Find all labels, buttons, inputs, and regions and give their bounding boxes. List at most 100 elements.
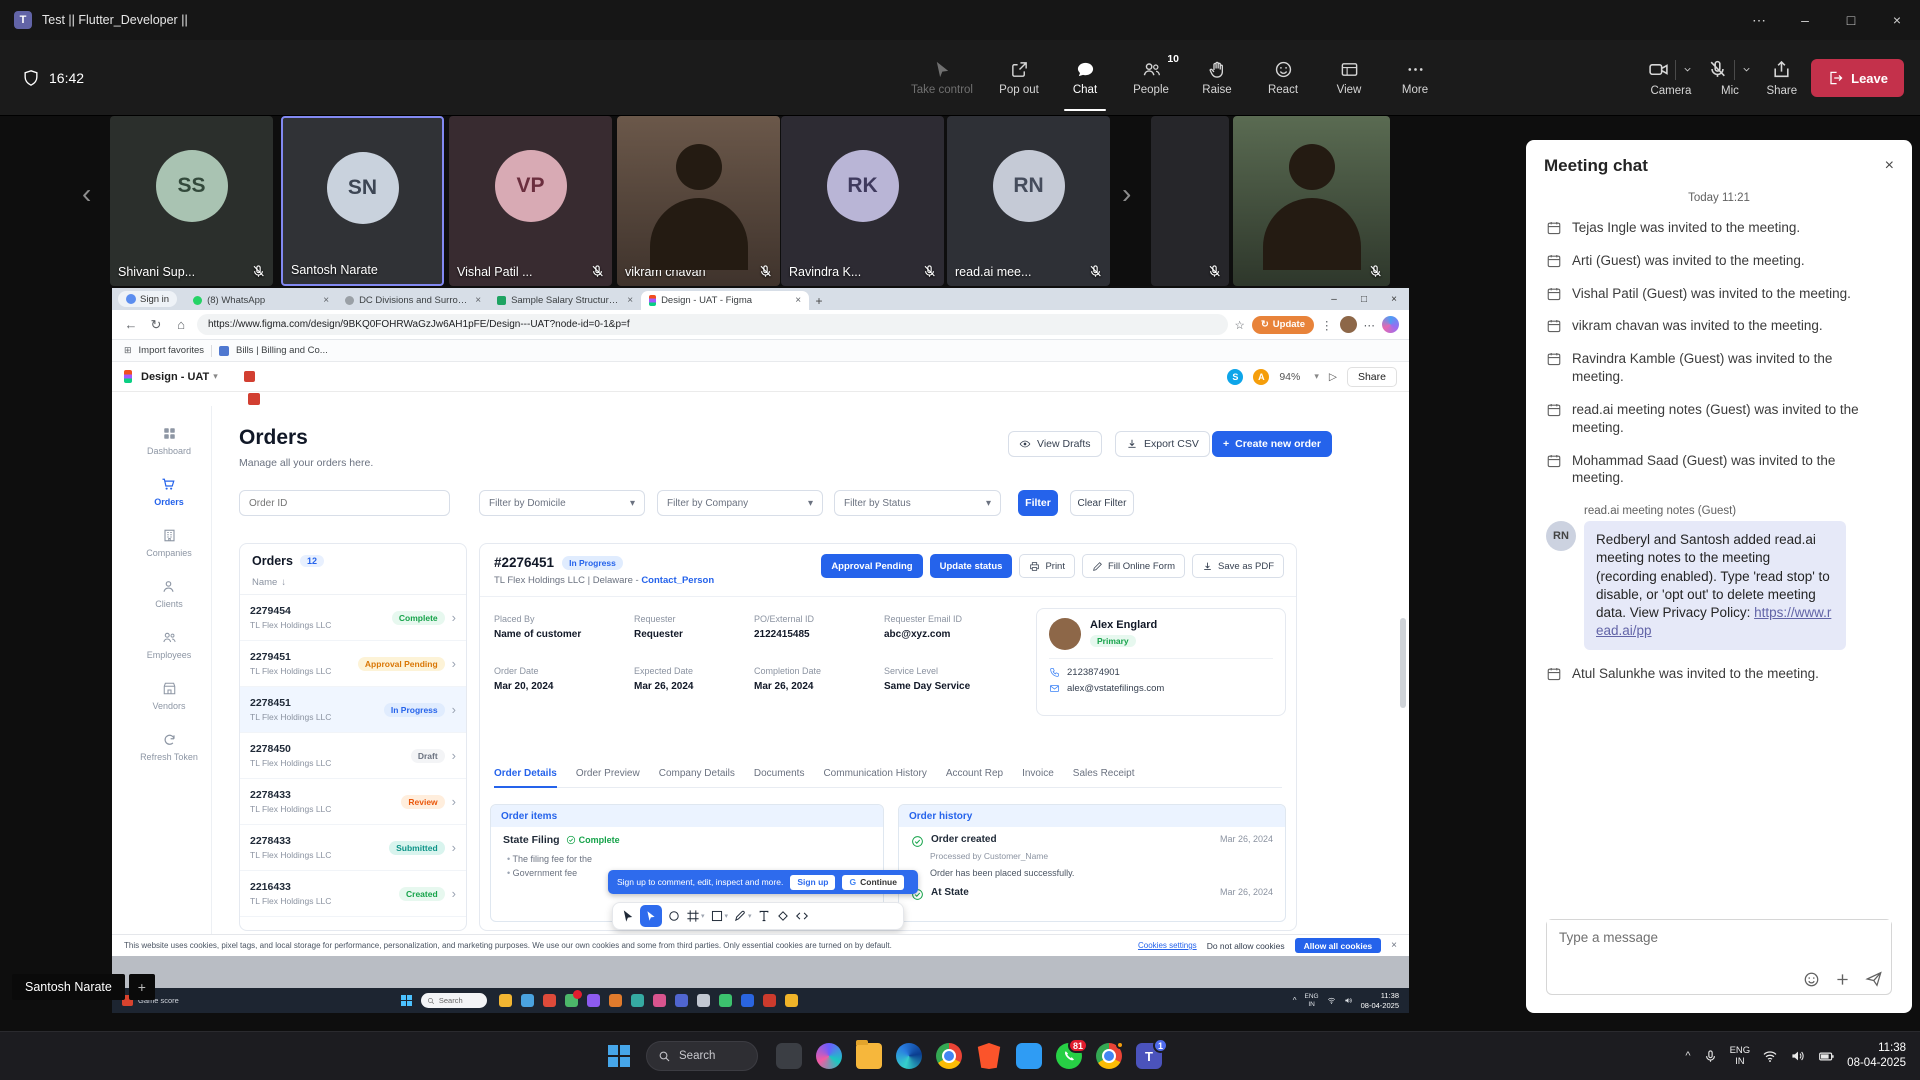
order-item-name: State Filing bbox=[503, 834, 560, 846]
volume-icon[interactable] bbox=[1790, 1048, 1806, 1064]
pop-out-button[interactable]: Pop out bbox=[986, 40, 1052, 116]
remote-desktop-strip bbox=[112, 956, 1409, 988]
browser-window-controls: – □ × bbox=[1319, 288, 1409, 310]
camera-button[interactable]: Camera bbox=[1648, 59, 1693, 97]
participant-tile-partial[interactable] bbox=[1151, 116, 1229, 286]
share-button[interactable]: Share bbox=[1766, 59, 1797, 97]
close-button[interactable]: × bbox=[1874, 0, 1920, 40]
contact-email: alex@vstatefilings.com bbox=[1067, 683, 1164, 694]
emoji-icon[interactable] bbox=[1803, 971, 1820, 988]
order-id: 2216433 bbox=[250, 881, 399, 893]
react-button[interactable]: React bbox=[1250, 40, 1316, 116]
chat-close-icon[interactable]: × bbox=[1885, 157, 1894, 175]
leave-button[interactable]: Leave bbox=[1811, 59, 1904, 97]
scroll-left-icon[interactable]: ‹ bbox=[82, 178, 91, 210]
create-new-order-button: + Create new order bbox=[1212, 431, 1332, 457]
vscode-icon[interactable] bbox=[1016, 1043, 1042, 1069]
scroll-right-icon[interactable]: › bbox=[1122, 178, 1131, 210]
chevron-down-icon: ▾ bbox=[748, 912, 752, 920]
chat-button[interactable]: Chat bbox=[1052, 40, 1118, 116]
participant-tile-video[interactable]: vikram chavan bbox=[617, 116, 780, 286]
history-event-date: Mar 26, 2024 bbox=[1220, 834, 1273, 844]
app-icon bbox=[785, 994, 798, 1007]
chrome-icon[interactable] bbox=[936, 1043, 962, 1069]
file-explorer-icon[interactable] bbox=[856, 1043, 882, 1069]
pen-tool-icon bbox=[733, 909, 747, 923]
tab-invoice: Invoice bbox=[1022, 768, 1054, 779]
sidebar-item-orders: Orders bbox=[154, 477, 184, 507]
more-button[interactable]: More bbox=[1382, 40, 1448, 116]
participant-tile[interactable]: RN read.ai mee... bbox=[947, 116, 1110, 286]
order-history-header: Order history bbox=[899, 805, 1285, 827]
chevron-right-icon: › bbox=[452, 610, 456, 625]
dashboard-icon bbox=[162, 426, 177, 441]
participant-tile-active-speaker[interactable]: SN Santosh Narate bbox=[281, 116, 444, 286]
frame-tool-icon bbox=[686, 909, 700, 923]
system-message: Arti (Guest) was invited to the meeting. bbox=[1546, 252, 1892, 270]
mic-off-icon bbox=[1368, 264, 1383, 279]
order-id-input bbox=[239, 490, 450, 516]
mic-tray-icon[interactable] bbox=[1703, 1049, 1718, 1064]
order-row-selected: 2278451TL Flex Holdings LLC In Progress … bbox=[240, 687, 466, 733]
brave-icon[interactable] bbox=[976, 1043, 1002, 1069]
language-indicator[interactable]: ENGIN bbox=[1730, 1045, 1751, 1068]
presenter-pin-icon[interactable]: + bbox=[129, 974, 155, 1000]
orders-list-title: Orders bbox=[252, 554, 293, 568]
order-items-header: Order items bbox=[491, 805, 883, 827]
attach-plus-icon[interactable] bbox=[1834, 971, 1851, 988]
start-button[interactable] bbox=[608, 1045, 630, 1067]
take-control-button[interactable]: Take control bbox=[898, 40, 986, 116]
field: PO/External ID2122415485 bbox=[754, 614, 884, 640]
app-icon[interactable] bbox=[776, 1043, 802, 1069]
whatsapp-icon[interactable]: 81 bbox=[1056, 1043, 1082, 1069]
field: Completion DateMar 26, 2024 bbox=[754, 666, 884, 692]
chat-message-list[interactable]: Today 11:21 Tejas Ingle was invited to t… bbox=[1526, 192, 1912, 683]
system-message: Atul Salunkhe was invited to the meeting… bbox=[1546, 665, 1892, 683]
chrome-icon[interactable] bbox=[1096, 1043, 1122, 1069]
window-controls: ⋯ – □ × bbox=[1736, 0, 1920, 40]
wifi-icon[interactable] bbox=[1762, 1048, 1778, 1064]
tray-chevron-icon[interactable]: ^ bbox=[1685, 1050, 1690, 1062]
mic-button[interactable]: Mic bbox=[1707, 59, 1752, 97]
participant-tile[interactable]: SS Shivani Sup... bbox=[110, 116, 273, 286]
sidebar-item-companies: Companies bbox=[146, 528, 192, 558]
view-button[interactable]: View bbox=[1316, 40, 1382, 116]
participant-name: Shivani Sup... bbox=[118, 265, 195, 279]
app-icon bbox=[499, 994, 512, 1007]
app-icon bbox=[763, 994, 776, 1007]
send-icon[interactable] bbox=[1865, 970, 1883, 988]
building-icon bbox=[162, 528, 177, 543]
chat-message-input[interactable] bbox=[1547, 920, 1891, 955]
orders-list-card: Orders 12 Name↓ 2279454TL Flex Holdings … bbox=[239, 543, 467, 931]
store-icon bbox=[162, 681, 177, 696]
chevron-down-icon: ▾ bbox=[725, 912, 729, 920]
taskbar-search-box[interactable]: Search bbox=[646, 1041, 758, 1071]
home-icon: ⌂ bbox=[172, 317, 190, 332]
titlebar-more-icon[interactable]: ⋯ bbox=[1736, 0, 1782, 40]
pointer-icon bbox=[933, 60, 952, 79]
teams-icon[interactable]: T 1 bbox=[1136, 1043, 1162, 1069]
participant-tile[interactable]: VP Vishal Patil ... bbox=[449, 116, 612, 286]
maximize-button[interactable]: □ bbox=[1828, 0, 1874, 40]
chat-panel-title: Meeting chat bbox=[1544, 156, 1648, 176]
remote-taskbar-icons bbox=[499, 994, 798, 1007]
chevron-down-icon[interactable] bbox=[1682, 64, 1693, 75]
presenter-name: Santosh Narate bbox=[12, 974, 125, 1000]
chat-input-box[interactable] bbox=[1546, 919, 1892, 995]
divider bbox=[1049, 658, 1273, 659]
raise-hand-button[interactable]: Raise bbox=[1184, 40, 1250, 116]
system-message: Mohammad Saad (Guest) was invited to the… bbox=[1546, 452, 1892, 488]
people-button[interactable]: People 10 bbox=[1118, 40, 1184, 116]
participant-tile[interactable]: RK Ravindra K... bbox=[781, 116, 944, 286]
chevron-down-icon[interactable] bbox=[1741, 64, 1752, 75]
copilot-icon[interactable] bbox=[816, 1043, 842, 1069]
check-circle-icon bbox=[911, 835, 924, 848]
taskbar-clock[interactable]: 11:3808-04-2025 bbox=[1847, 1041, 1906, 1071]
chevron-down-icon: ▾ bbox=[986, 498, 991, 509]
edge-icon[interactable] bbox=[896, 1043, 922, 1069]
meeting-chat-panel: Meeting chat × Today 11:21 Tejas Ingle w… bbox=[1526, 140, 1912, 1013]
participant-tile-video[interactable] bbox=[1233, 116, 1390, 286]
minimize-button[interactable]: – bbox=[1782, 0, 1828, 40]
tab-communication-history: Communication History bbox=[823, 768, 926, 779]
battery-icon[interactable] bbox=[1818, 1048, 1835, 1065]
